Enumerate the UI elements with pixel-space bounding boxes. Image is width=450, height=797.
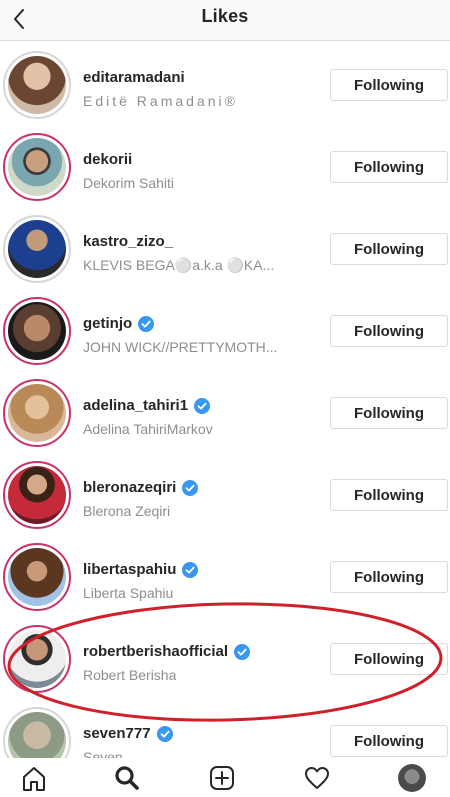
verified-badge-icon bbox=[156, 725, 173, 742]
profile-tab[interactable] bbox=[398, 764, 428, 792]
list-item[interactable]: kastro_zizo_ KLEVIS BEGA⚪a.k.a ⚪KA... Fo… bbox=[0, 205, 450, 287]
following-button[interactable]: Following bbox=[330, 69, 448, 101]
avatar[interactable] bbox=[3, 379, 71, 447]
verified-badge-icon bbox=[138, 315, 155, 332]
avatar[interactable] bbox=[3, 133, 71, 201]
username[interactable]: dekorii bbox=[83, 151, 132, 168]
search-tab[interactable] bbox=[113, 764, 143, 792]
profile-avatar bbox=[398, 764, 426, 792]
verified-badge-icon bbox=[194, 397, 211, 414]
list-item[interactable]: editaramadani Editë Ramadani® Following bbox=[0, 41, 450, 123]
list-item[interactable]: libertaspahiu Liberta Spahiu Following bbox=[0, 533, 450, 615]
full-name: Dekorim Sahiti bbox=[83, 175, 175, 191]
verified-badge-icon bbox=[234, 643, 251, 660]
full-name: Liberta Spahiu bbox=[83, 585, 174, 601]
following-button[interactable]: Following bbox=[330, 643, 448, 675]
list-item[interactable]: getinjo JOHN WICK//PRETTYMOTH... Followi… bbox=[0, 287, 450, 369]
avatar[interactable] bbox=[3, 543, 71, 611]
following-button[interactable]: Following bbox=[330, 397, 448, 429]
username[interactable]: libertaspahiu bbox=[83, 561, 199, 578]
full-name: KLEVIS BEGA⚪a.k.a ⚪KA... bbox=[83, 257, 275, 273]
following-button[interactable]: Following bbox=[330, 151, 448, 183]
search-icon bbox=[115, 766, 139, 790]
username[interactable]: getinjo bbox=[83, 315, 155, 332]
full-name: Blerona Zeqiri bbox=[83, 503, 171, 519]
home-icon bbox=[23, 767, 45, 791]
top-bar: Likes bbox=[0, 0, 450, 41]
username[interactable]: kastro_zizo_ bbox=[83, 233, 173, 250]
avatar[interactable] bbox=[3, 51, 71, 119]
add-post-icon bbox=[210, 766, 234, 790]
following-button[interactable]: Following bbox=[330, 315, 448, 347]
activity-tab[interactable] bbox=[303, 764, 333, 792]
full-name: Robert Berisha bbox=[83, 667, 177, 683]
following-button[interactable]: Following bbox=[330, 725, 448, 757]
list-item[interactable]: bleronazeqiri Blerona Zeqiri Following bbox=[0, 451, 450, 533]
full-name: Adelina TahiriMarkov bbox=[83, 421, 213, 437]
username[interactable]: seven777 bbox=[83, 725, 173, 742]
avatar[interactable] bbox=[3, 461, 71, 529]
list-item[interactable]: adelina_tahiri1 Adelina TahiriMarkov Fol… bbox=[0, 369, 450, 451]
bottom-tab-bar bbox=[0, 758, 450, 792]
heart-icon bbox=[305, 767, 329, 789]
avatar[interactable] bbox=[3, 215, 71, 283]
page-title: Likes bbox=[201, 6, 249, 26]
list-item[interactable]: robertberishaofficial Robert Berisha Fol… bbox=[0, 615, 450, 697]
username[interactable]: robertberishaofficial bbox=[83, 643, 251, 660]
full-name: Editë Ramadani® bbox=[83, 93, 238, 109]
following-button[interactable]: Following bbox=[330, 561, 448, 593]
following-button[interactable]: Following bbox=[330, 233, 448, 265]
verified-badge-icon bbox=[182, 561, 199, 578]
avatar[interactable] bbox=[3, 297, 71, 365]
username[interactable]: bleronazeqiri bbox=[83, 479, 199, 496]
username[interactable]: adelina_tahiri1 bbox=[83, 397, 211, 414]
following-button[interactable]: Following bbox=[330, 479, 448, 511]
full-name: JOHN WICK//PRETTYMOTH... bbox=[83, 339, 278, 355]
new-post-tab[interactable] bbox=[208, 764, 238, 792]
username[interactable]: editaramadani bbox=[83, 69, 185, 86]
verified-badge-icon bbox=[182, 479, 199, 496]
list-item[interactable]: dekorii Dekorim Sahiti Following bbox=[0, 123, 450, 205]
home-tab[interactable] bbox=[20, 764, 50, 792]
avatar[interactable] bbox=[3, 625, 71, 693]
